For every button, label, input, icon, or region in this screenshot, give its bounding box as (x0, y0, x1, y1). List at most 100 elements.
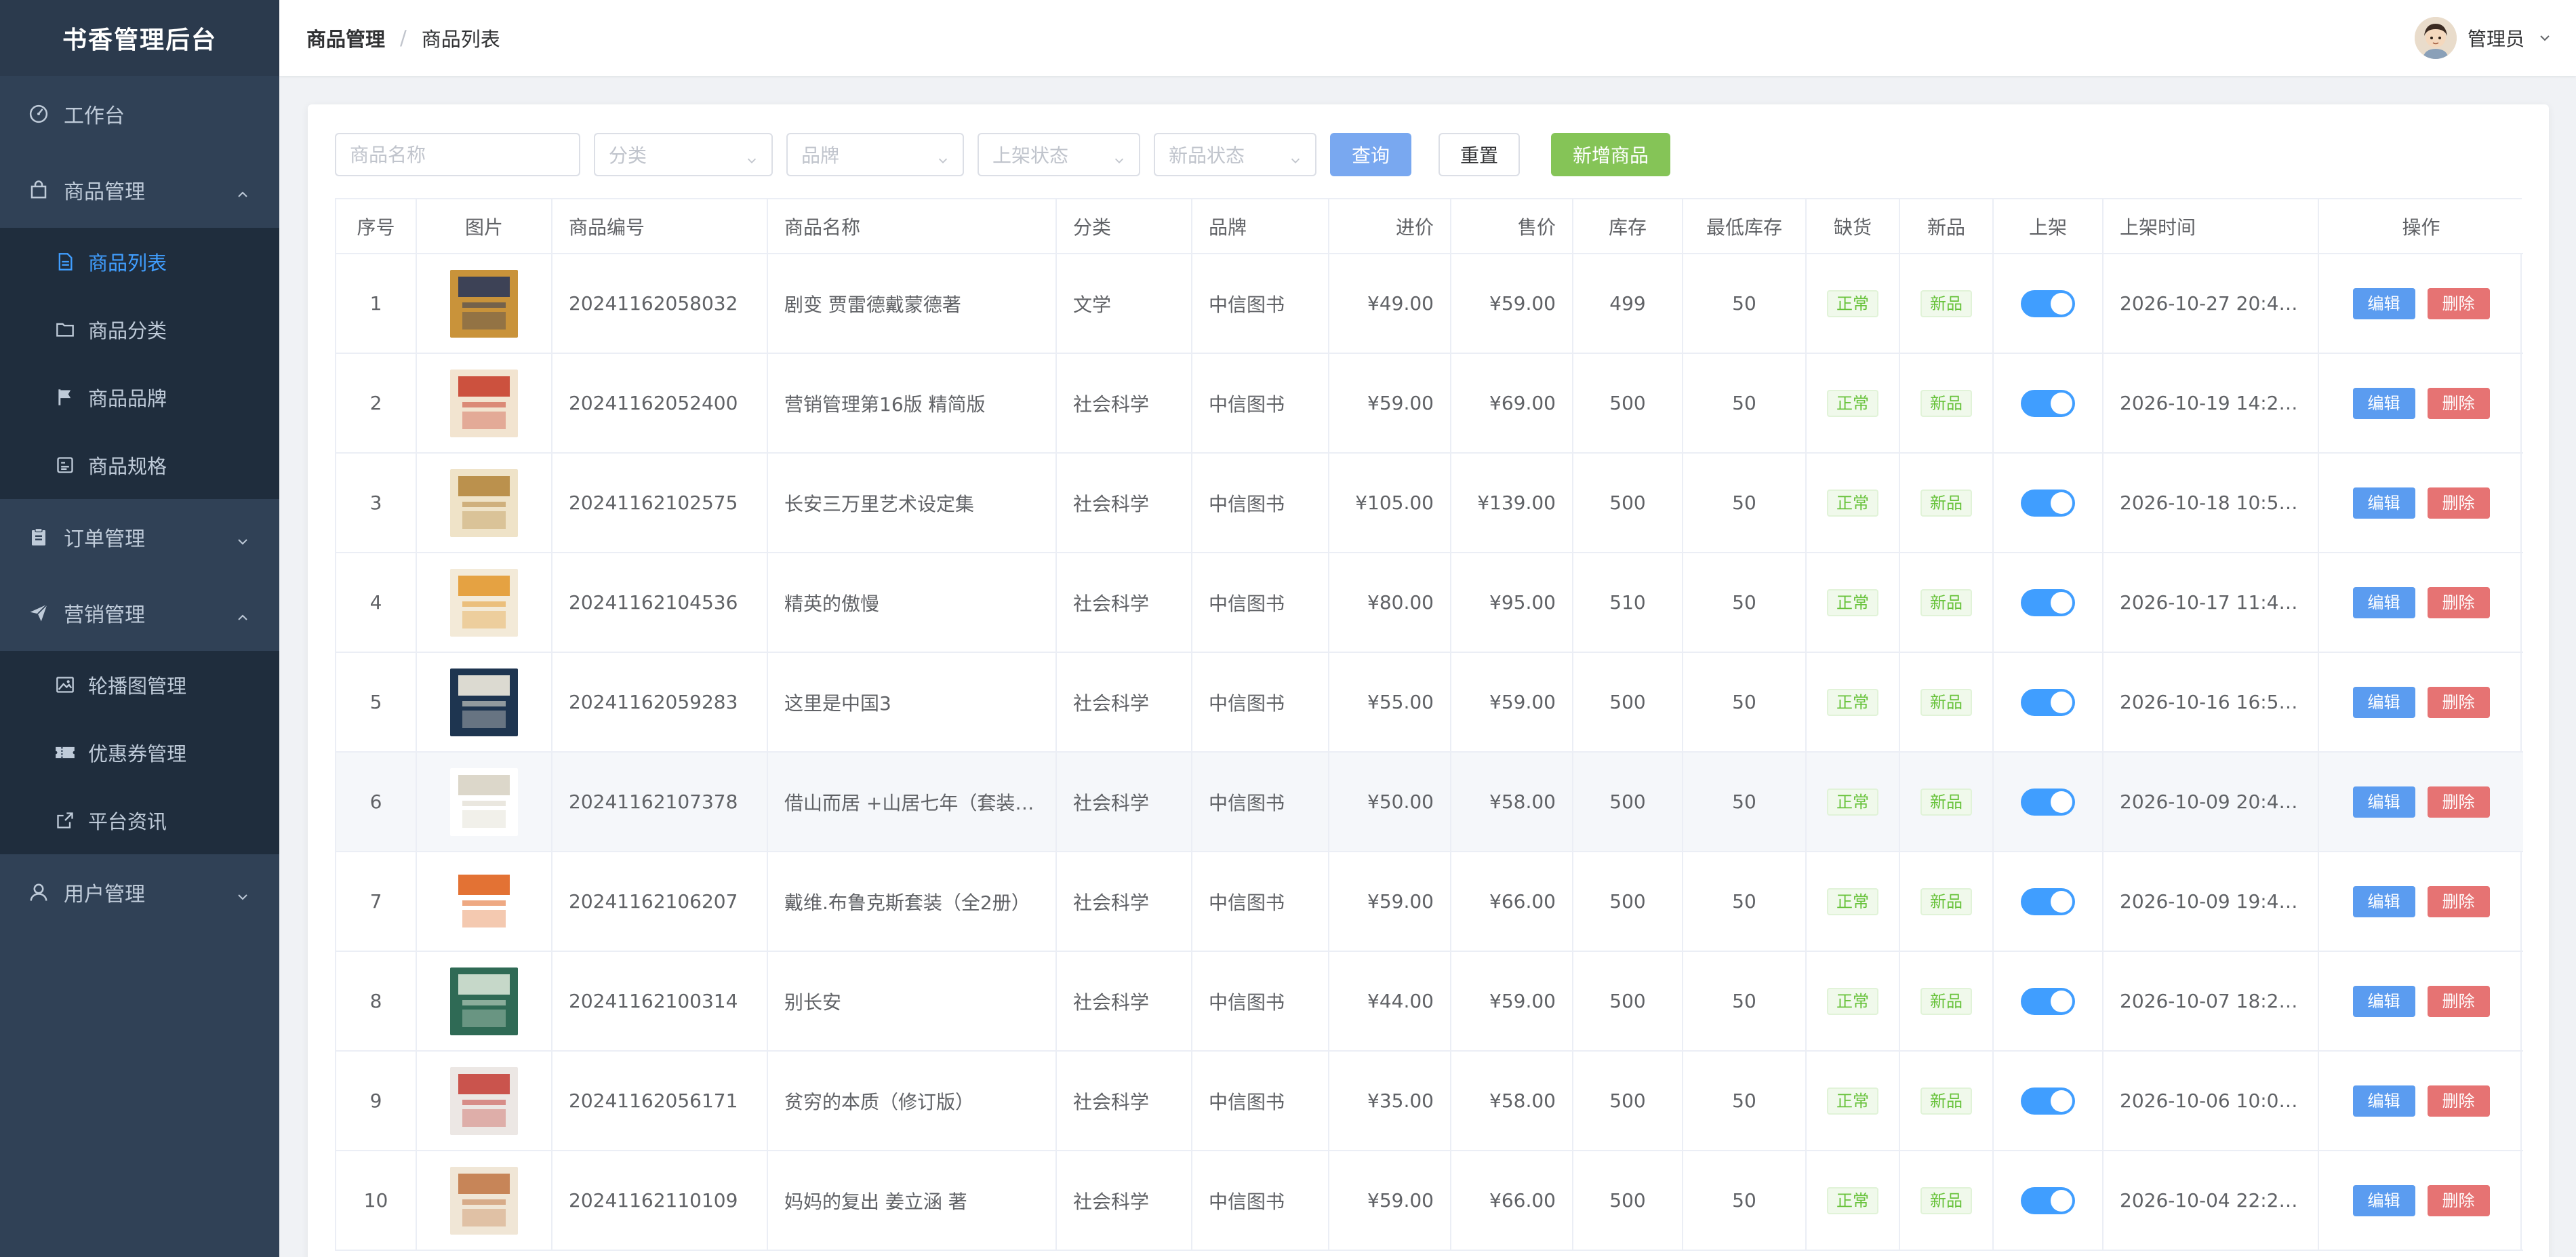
delete-button[interactable]: 删除 (2427, 1184, 2490, 1216)
sidebar-item-goods-brand[interactable]: 商品品牌 (0, 363, 279, 431)
table-row[interactable]: 5 20241162059283 这里是中国3 社会科学 中信图书 ¥55.00 ¥59.0… (336, 652, 2523, 753)
delete-button[interactable]: 删除 (2427, 487, 2490, 519)
query-button[interactable]: 查询 (1330, 133, 1411, 176)
delete-button[interactable]: 删除 (2427, 287, 2490, 319)
on-shelf-toggle[interactable] (2021, 788, 2075, 816)
sidebar-item-marketing[interactable]: 营销管理 (0, 575, 279, 651)
on-shelf-toggle[interactable] (2021, 887, 2075, 915)
product-thumbnail[interactable] (450, 767, 518, 836)
product-thumbnail[interactable] (450, 369, 518, 437)
table-row[interactable]: 4 20241162104536 精英的傲慢 社会科学 中信图书 ¥80.00 ¥95.00… (336, 553, 2523, 653)
add-goods-button[interactable]: 新增商品 (1551, 133, 1670, 176)
reset-button[interactable]: 重置 (1438, 133, 1520, 176)
sidebar-item-users[interactable]: 用户管理 (0, 854, 279, 930)
delete-button[interactable]: 删除 (2427, 387, 2490, 419)
new-badge: 新品 (1920, 788, 1972, 816)
cell-shortage: 正常 (1806, 1051, 1900, 1151)
user-menu[interactable]: 管理员 (2414, 0, 2552, 76)
cell-price: ¥69.00 (1451, 353, 1573, 454)
on-shelf-toggle[interactable] (2021, 389, 2075, 417)
sidebar-item-goods-list[interactable]: 商品列表 (0, 228, 279, 296)
product-thumbnail[interactable] (450, 468, 518, 537)
sidebar-item-orders[interactable]: 订单管理 (0, 499, 279, 575)
cell-new: 新品 (1899, 1051, 1994, 1151)
table-row[interactable]: 7 20241162106207 戴维.布鲁克斯套装（全2册） 社会科学 中信图书 ¥59… (336, 852, 2523, 952)
table-row[interactable]: 9 20241162056171 贫穷的本质（修订版） 社会科学 中信图书 ¥35.00 ¥… (336, 1051, 2523, 1151)
cell-index: 8 (336, 951, 417, 1052)
product-thumbnail[interactable] (450, 269, 518, 338)
cell-on-shelf (1993, 453, 2104, 553)
on-shelf-toggle[interactable] (2021, 1186, 2075, 1214)
edit-button[interactable]: 编辑 (2352, 885, 2415, 917)
sidebar-item-dashboard[interactable]: 工作台 (0, 76, 279, 152)
new-badge: 新品 (1920, 489, 1972, 517)
table-row[interactable]: 1 20241162058032 剧变 贾雷德戴蒙德著 文学 中信图书 ¥49.00 ¥59… (336, 254, 2523, 354)
status-badge: 正常 (1827, 489, 1878, 517)
table-row[interactable]: 3 20241162102575 长安三万里艺术设定集 社会科学 中信图书 ¥105.00… (336, 453, 2523, 553)
cell-min-stock: 50 (1683, 951, 1807, 1052)
delete-button[interactable]: 删除 (2427, 686, 2490, 718)
on-shelf-toggle[interactable] (2021, 1087, 2075, 1115)
on-shelf-toggle[interactable] (2021, 290, 2075, 317)
dashboard-icon (27, 102, 50, 125)
category-select[interactable]: 分类 (594, 133, 773, 176)
cell-image (416, 752, 552, 852)
goods-name-input[interactable] (335, 133, 580, 176)
col-header-min-stock: 最低库存 (1683, 199, 1807, 254)
product-thumbnail[interactable] (450, 1066, 518, 1135)
delete-button[interactable]: 删除 (2427, 586, 2490, 618)
delete-button[interactable]: 删除 (2427, 985, 2490, 1017)
cell-image (416, 553, 552, 653)
cell-price: ¥59.00 (1451, 652, 1573, 753)
sidebar-item-goods[interactable]: 商品管理 (0, 152, 279, 228)
on-shelf-toggle[interactable] (2021, 489, 2075, 517)
new-badge: 新品 (1920, 688, 1972, 716)
table-row[interactable]: 8 20241162100314 别长安 社会科学 中信图书 ¥44.00 ¥59.00 50… (336, 951, 2523, 1052)
edit-button[interactable]: 编辑 (2352, 387, 2415, 419)
product-thumbnail[interactable] (450, 668, 518, 736)
edit-button[interactable]: 编辑 (2352, 487, 2415, 519)
on-shelf-toggle[interactable] (2021, 588, 2075, 616)
sidebar-item-banner[interactable]: 轮播图管理 (0, 651, 279, 719)
table-row[interactable]: 6 20241162107378 借山而居 +山居七年（套装… 社会科学 中信图书 ¥50… (336, 752, 2523, 852)
shopping-bag-icon (27, 178, 50, 201)
cell-time: 2026-10-04 22:25:17 (2103, 1151, 2319, 1251)
avatar[interactable] (2414, 17, 2457, 59)
product-thumbnail[interactable] (450, 967, 518, 1035)
delete-button[interactable]: 删除 (2427, 1085, 2490, 1117)
breadcrumb-item-goods[interactable]: 商品管理 (306, 24, 385, 52)
delete-button[interactable]: 删除 (2427, 885, 2490, 917)
product-thumbnail[interactable] (450, 867, 518, 936)
delete-button[interactable]: 删除 (2427, 786, 2490, 818)
table-row[interactable]: 10 20241162110109 妈妈的复出 姜立涵 著社会科学 中信图书 ¥59.0… (336, 1151, 2523, 1251)
col-header-category: 分类 (1056, 199, 1192, 254)
edit-button[interactable]: 编辑 (2352, 586, 2415, 618)
edit-button[interactable]: 编辑 (2352, 686, 2415, 718)
sidebar-item-label: 轮播图管理 (88, 675, 187, 698)
product-thumbnail[interactable] (450, 1166, 518, 1235)
sidebar-item-goods-category[interactable]: 商品分类 (0, 296, 279, 363)
cell-shortage: 正常 (1806, 1151, 1900, 1251)
cell-actions: 编辑 删除 (2318, 1051, 2523, 1151)
cell-category: 社会科学 (1056, 1151, 1192, 1251)
edit-button[interactable]: 编辑 (2352, 786, 2415, 818)
on-shelf-toggle[interactable] (2021, 688, 2075, 716)
edit-button[interactable]: 编辑 (2352, 1085, 2415, 1117)
new-status-select[interactable]: 新品状态 (1154, 133, 1316, 176)
sidebar-item-goods-spec[interactable]: 商品规格 (0, 431, 279, 499)
edit-button[interactable]: 编辑 (2352, 1184, 2415, 1216)
cell-min-stock: 50 (1683, 553, 1807, 653)
cell-new: 新品 (1899, 652, 1994, 753)
shelf-status-select[interactable]: 上架状态 (978, 133, 1140, 176)
cell-new: 新品 (1899, 553, 1994, 653)
table-row[interactable]: 2 20241162052400 营销管理第16版 精简版 社会科学 中信图书 ¥59.0… (336, 353, 2523, 454)
cell-image (416, 652, 552, 753)
cell-name: 营销管理第16版 精简版 (767, 353, 1057, 454)
edit-button[interactable]: 编辑 (2352, 287, 2415, 319)
edit-button[interactable]: 编辑 (2352, 985, 2415, 1017)
sidebar-item-coupon[interactable]: 优惠券管理 (0, 719, 279, 786)
on-shelf-toggle[interactable] (2021, 987, 2075, 1015)
sidebar-item-news[interactable]: 平台资讯 (0, 786, 279, 854)
brand-select[interactable]: 品牌 (786, 133, 964, 176)
product-thumbnail[interactable] (450, 568, 518, 637)
